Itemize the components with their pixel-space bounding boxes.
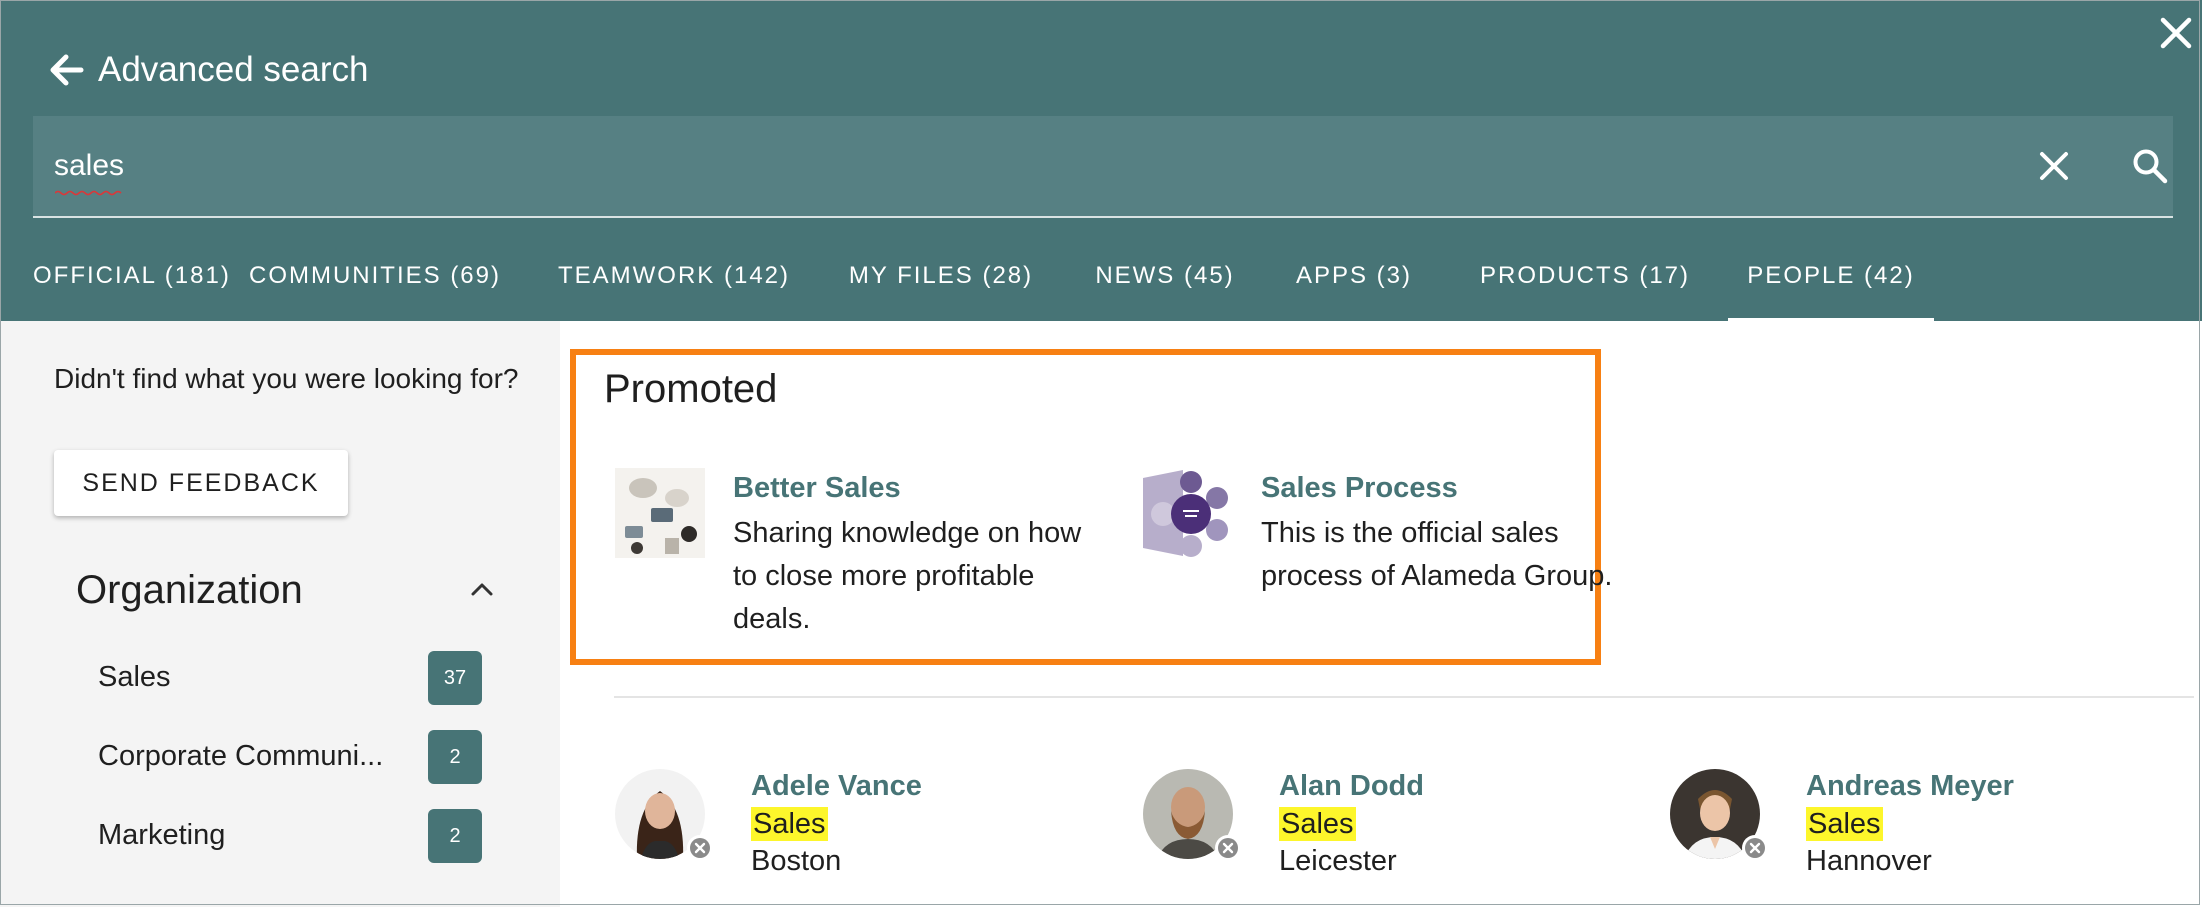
- page-title: Advanced search: [98, 50, 369, 89]
- facet-count-badge: 2: [428, 730, 482, 784]
- facet-sales[interactable]: Sales 37: [76, 651, 484, 705]
- promoted-item: Better Sales Sharing knowledge on how to…: [615, 468, 1115, 648]
- presence-offline-icon: [1742, 835, 1768, 861]
- promoted-title-sales-process[interactable]: Sales Process: [1261, 472, 1458, 505]
- promoted-description: This is the official sales process of Al…: [1261, 517, 1613, 592]
- person-city: Leicester: [1279, 845, 1397, 877]
- person-name[interactable]: Adele Vance: [751, 770, 922, 803]
- facet-label: Marketing: [98, 819, 226, 851]
- person-card: Alan Dodd Sales Leicester: [1143, 769, 1663, 899]
- facet-count-badge: 2: [428, 809, 482, 863]
- person-card: Adele Vance Sales Boston: [615, 769, 1135, 899]
- search-box: [33, 116, 2173, 218]
- person-card: Andreas Meyer Sales Hannover: [1670, 769, 2190, 899]
- facet-marketing[interactable]: Marketing 2: [76, 809, 484, 863]
- tab-products[interactable]: PRODUCTS (17): [1469, 244, 1701, 321]
- person-name[interactable]: Andreas Meyer: [1806, 770, 2014, 803]
- tab-people[interactable]: PEOPLE (42): [1728, 244, 1934, 321]
- search-header: Advanced search OFFICIAL (181) COMMUNITI…: [0, 0, 2202, 321]
- promoted-description: Sharing knowledge on how to close more p…: [733, 517, 1082, 635]
- section-divider: [614, 696, 2194, 698]
- person-department: Sales: [1806, 807, 1883, 841]
- clear-icon[interactable]: [2036, 148, 2072, 184]
- presence-offline-icon: [687, 835, 713, 861]
- facet-corporate-communications[interactable]: Corporate Communi... 2: [76, 730, 484, 784]
- feedback-prompt: Didn't find what you were looking for?: [54, 363, 519, 394]
- search-icon[interactable]: [2130, 146, 2170, 186]
- chevron-up-icon[interactable]: [462, 569, 502, 609]
- facet-label: Corporate Communi...: [98, 740, 384, 772]
- organization-heading: Organization: [76, 568, 303, 612]
- spellcheck-underline: [55, 190, 122, 196]
- search-input[interactable]: [54, 140, 1954, 192]
- arrow-left-icon: [50, 54, 84, 86]
- filter-sidebar: Didn't find what you were looking for? S…: [0, 321, 560, 907]
- person-name[interactable]: Alan Dodd: [1279, 770, 1424, 803]
- sales-process-thumbnail[interactable]: [1143, 468, 1233, 558]
- tab-news[interactable]: NEWS (45): [1085, 244, 1245, 321]
- results-area: Promoted Better Sales Sharing knowledge …: [560, 321, 2202, 907]
- facet-label: Sales: [98, 661, 171, 693]
- facet-count-badge: 37: [428, 651, 482, 705]
- presence-offline-icon: [1215, 835, 1241, 861]
- tab-teamwork[interactable]: TEAMWORK (142): [552, 244, 796, 321]
- tab-official[interactable]: OFFICIAL (181): [33, 244, 229, 321]
- promoted-title-better-sales[interactable]: Better Sales: [733, 472, 901, 505]
- promoted-heading: Promoted: [604, 367, 778, 411]
- person-department: Sales: [751, 807, 828, 841]
- person-department: Sales: [1279, 807, 1356, 841]
- tab-my-files[interactable]: MY FILES (28): [843, 244, 1039, 321]
- result-tabs: OFFICIAL (181) COMMUNITIES (69) TEAMWORK…: [33, 244, 2173, 321]
- person-city: Hannover: [1806, 845, 1932, 877]
- better-sales-thumbnail[interactable]: [615, 468, 705, 558]
- back-button[interactable]: [47, 48, 87, 92]
- person-city: Boston: [751, 845, 842, 877]
- send-feedback-button[interactable]: SEND FEEDBACK: [54, 450, 348, 516]
- tab-communities[interactable]: COMMUNITIES (69): [242, 244, 508, 321]
- close-icon[interactable]: [2158, 15, 2194, 51]
- tab-apps[interactable]: APPS (3): [1286, 244, 1422, 321]
- promoted-item: Sales Process This is the official sales…: [1143, 468, 1643, 648]
